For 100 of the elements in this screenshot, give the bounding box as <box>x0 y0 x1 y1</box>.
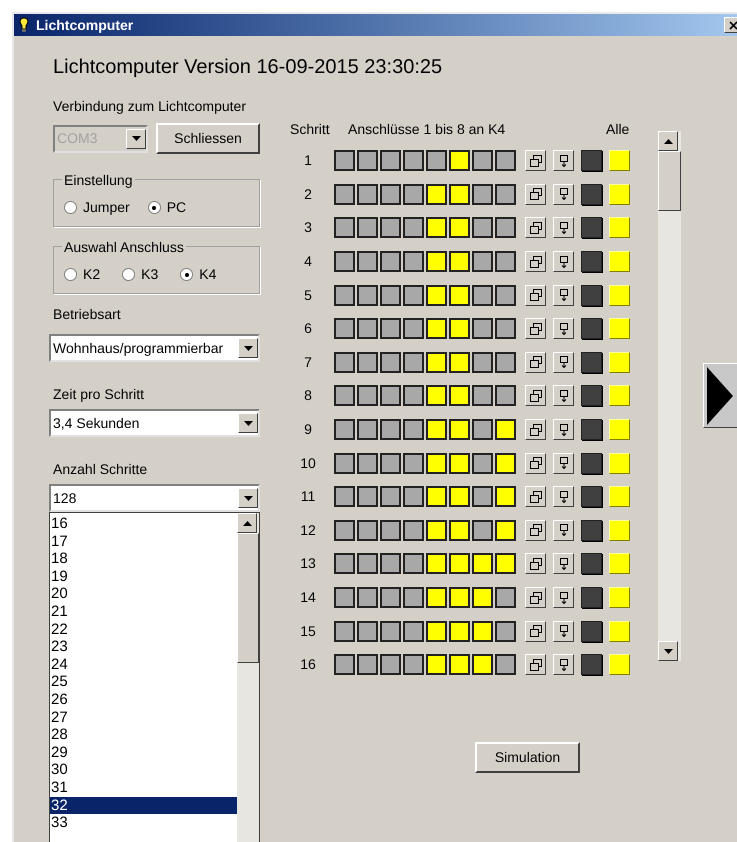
list-item[interactable]: 20 <box>50 585 237 603</box>
output-toggle[interactable] <box>472 654 493 676</box>
insert-button[interactable] <box>553 587 574 608</box>
output-toggle[interactable] <box>357 150 378 172</box>
list-item[interactable]: 25 <box>50 673 237 691</box>
output-toggle[interactable] <box>472 284 493 306</box>
output-toggle[interactable] <box>403 184 424 205</box>
output-toggle[interactable] <box>357 385 378 406</box>
output-toggle[interactable] <box>334 486 355 508</box>
output-toggle[interactable] <box>495 452 516 474</box>
all-on-button[interactable] <box>609 150 630 172</box>
copy-button[interactable] <box>525 150 546 172</box>
output-toggle[interactable] <box>449 217 470 238</box>
output-toggle[interactable] <box>449 352 470 373</box>
copy-button[interactable] <box>525 620 546 642</box>
output-toggle[interactable] <box>426 150 447 172</box>
output-toggle[interactable] <box>495 654 516 676</box>
output-toggle[interactable] <box>334 520 355 541</box>
scrollbar[interactable] <box>658 131 681 661</box>
all-on-button[interactable] <box>609 654 630 676</box>
all-on-button[interactable] <box>609 486 630 508</box>
output-toggle[interactable] <box>495 587 516 608</box>
simulation-button[interactable]: Simulation <box>475 742 580 772</box>
output-toggle[interactable] <box>357 217 378 238</box>
dropdown-button[interactable] <box>238 488 258 508</box>
output-toggle[interactable] <box>334 217 355 238</box>
output-toggle[interactable] <box>380 318 401 340</box>
output-toggle[interactable] <box>472 150 493 172</box>
output-toggle[interactable] <box>357 553 378 574</box>
output-toggle[interactable] <box>403 419 424 440</box>
output-toggle[interactable] <box>380 587 401 608</box>
copy-button[interactable] <box>525 385 546 406</box>
list-item[interactable]: 22 <box>50 620 237 638</box>
output-toggle[interactable] <box>380 553 401 574</box>
copy-button[interactable] <box>525 486 546 508</box>
scroll-down-button[interactable] <box>658 641 678 661</box>
output-toggle[interactable] <box>334 352 355 373</box>
all-off-button[interactable] <box>581 520 602 541</box>
output-toggle[interactable] <box>403 553 424 574</box>
output-toggle[interactable] <box>380 620 401 642</box>
radio-button[interactable] <box>122 268 136 281</box>
insert-button[interactable] <box>553 251 574 272</box>
list-item[interactable]: 29 <box>50 744 237 762</box>
output-toggle[interactable] <box>334 587 355 608</box>
insert-button[interactable] <box>553 553 574 574</box>
radio-button[interactable] <box>148 201 161 214</box>
all-on-button[interactable] <box>609 284 630 306</box>
output-toggle[interactable] <box>403 452 424 474</box>
output-toggle[interactable] <box>334 654 355 676</box>
output-toggle[interactable] <box>495 385 516 406</box>
dropdown-button[interactable] <box>238 413 258 433</box>
insert-button[interactable] <box>553 318 574 340</box>
output-toggle[interactable] <box>495 150 516 172</box>
insert-button[interactable] <box>553 520 574 541</box>
all-on-button[interactable] <box>609 520 630 541</box>
output-toggle[interactable] <box>334 318 355 340</box>
output-toggle[interactable] <box>495 251 516 272</box>
output-toggle[interactable] <box>380 150 401 172</box>
output-toggle[interactable] <box>495 486 516 508</box>
all-on-button[interactable] <box>609 620 630 642</box>
radio-button[interactable] <box>180 268 194 281</box>
output-toggle[interactable] <box>449 520 470 541</box>
insert-button[interactable] <box>553 385 574 406</box>
output-toggle[interactable] <box>449 553 470 574</box>
output-toggle[interactable] <box>403 620 424 642</box>
output-toggle[interactable] <box>380 419 401 440</box>
output-toggle[interactable] <box>357 587 378 608</box>
list-item[interactable]: 24 <box>50 656 237 674</box>
output-toggle[interactable] <box>403 385 424 406</box>
copy-button[interactable] <box>525 284 546 306</box>
output-toggle[interactable] <box>449 419 470 440</box>
output-toggle[interactable] <box>472 486 493 508</box>
radio-button[interactable] <box>64 268 77 281</box>
output-toggle[interactable] <box>472 352 493 373</box>
list-item[interactable]: 33 <box>50 814 237 832</box>
copy-button[interactable] <box>525 352 546 373</box>
insert-button[interactable] <box>553 486 574 508</box>
copy-button[interactable] <box>525 251 546 272</box>
output-toggle[interactable] <box>426 520 447 541</box>
output-toggle[interactable] <box>357 318 378 340</box>
copy-button[interactable] <box>525 587 546 608</box>
list-item[interactable]: 18 <box>50 550 237 568</box>
dropdown-button[interactable] <box>238 338 258 358</box>
output-toggle[interactable] <box>472 385 493 406</box>
output-toggle[interactable] <box>426 385 447 406</box>
output-toggle[interactable] <box>472 217 493 238</box>
scrollbar[interactable] <box>237 513 259 842</box>
copy-button[interactable] <box>525 520 546 541</box>
list-item[interactable]: 30 <box>50 761 237 779</box>
output-toggle[interactable] <box>334 150 355 172</box>
output-toggle[interactable] <box>334 184 355 205</box>
all-on-button[interactable] <box>609 352 630 373</box>
output-toggle[interactable] <box>426 587 447 608</box>
output-toggle[interactable] <box>357 419 378 440</box>
output-toggle[interactable] <box>334 553 355 574</box>
output-toggle[interactable] <box>380 452 401 474</box>
output-toggle[interactable] <box>357 452 378 474</box>
output-toggle[interactable] <box>357 620 378 642</box>
output-toggle[interactable] <box>380 352 401 373</box>
output-toggle[interactable] <box>426 251 447 272</box>
